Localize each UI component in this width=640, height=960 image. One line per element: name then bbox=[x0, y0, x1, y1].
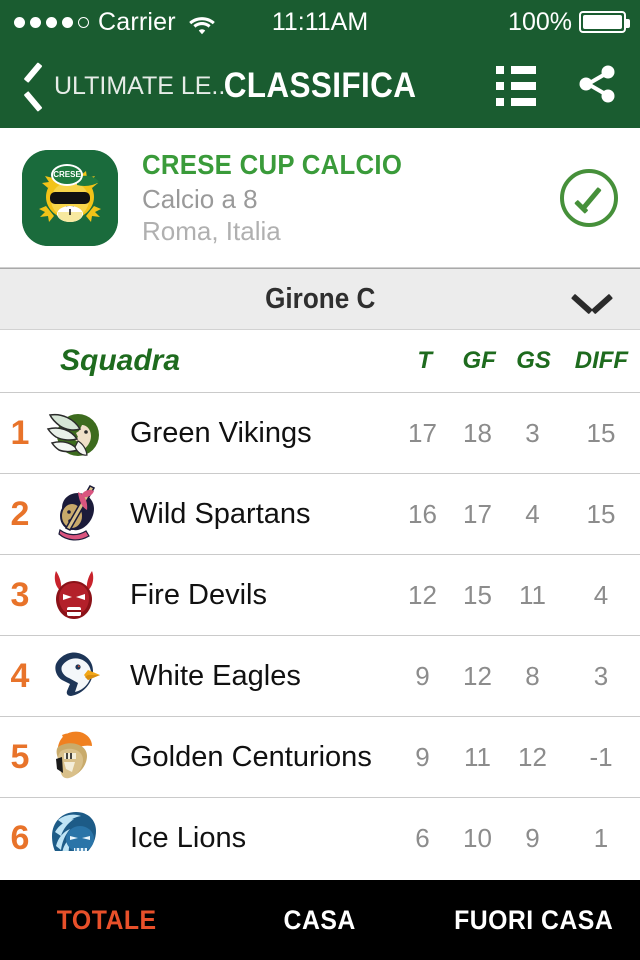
tab-casa[interactable]: CASA bbox=[222, 905, 418, 936]
table-row[interactable]: 3 Fire Devils 12 15 11 4 bbox=[0, 554, 640, 635]
girone-selector[interactable]: Girone C bbox=[0, 268, 640, 330]
row-diff: 4 bbox=[593, 579, 609, 610]
carrier-label: Carrier bbox=[98, 7, 176, 36]
row-diff: -1 bbox=[589, 741, 613, 772]
league-name: CRESE CUP CALCIO bbox=[142, 148, 403, 180]
row-rank: 5 bbox=[10, 737, 30, 776]
table-row[interactable]: 4 White Eagles 9 12 8 3 bbox=[0, 635, 640, 716]
row-rank: 6 bbox=[10, 818, 30, 852]
league-card[interactable]: CRESE CRESE CUP CALCIO Calcio a 8 Roma, … bbox=[0, 128, 640, 268]
battery-icon bbox=[579, 11, 630, 33]
league-logo-lion-icon: CRESE bbox=[22, 149, 118, 246]
row-t: 9 bbox=[415, 660, 430, 691]
column-header-team: Squadra bbox=[60, 344, 181, 377]
league-format: Calcio a 8 bbox=[142, 183, 258, 214]
row-team-name: Golden Centurions bbox=[130, 740, 372, 773]
list-icon[interactable] bbox=[496, 66, 538, 106]
signal-strength-icon bbox=[14, 16, 89, 28]
column-header-t: T bbox=[417, 347, 433, 374]
row-team-name: Fire Devils bbox=[130, 578, 267, 611]
row-t: 6 bbox=[415, 822, 430, 852]
row-diff: 3 bbox=[593, 660, 609, 691]
navigation-bar: ULTIMATE LE... CLASSIFICA bbox=[0, 44, 640, 128]
tab-fuori-casa[interactable]: FUORI CASA bbox=[435, 905, 631, 936]
row-gs: 3 bbox=[525, 417, 540, 448]
row-rank: 4 bbox=[10, 656, 30, 695]
standings-header: Squadra T GF GS DIFF bbox=[0, 330, 640, 392]
row-team-name: Wild Spartans bbox=[130, 497, 311, 530]
row-diff: 15 bbox=[586, 498, 616, 529]
row-diff: 15 bbox=[586, 417, 616, 448]
status-bar: Carrier 11:11AM 100% bbox=[0, 0, 640, 44]
check-circle-icon[interactable] bbox=[560, 168, 618, 227]
row-rank: 1 bbox=[10, 413, 30, 452]
team-logo-ice-lions bbox=[42, 806, 106, 851]
column-header-diff: DIFF bbox=[574, 347, 629, 374]
row-gs: 12 bbox=[518, 741, 547, 772]
league-info: CRESE CUP CALCIO Calcio a 8 Roma, Italia bbox=[142, 149, 560, 247]
row-gf: 12 bbox=[463, 660, 492, 691]
row-gf: 17 bbox=[463, 498, 492, 529]
row-gs: 9 bbox=[525, 822, 540, 852]
table-row[interactable]: 5 Golden Centurions 9 11 12 -1 bbox=[0, 716, 640, 797]
team-logo-fire-devils bbox=[42, 563, 106, 627]
row-rank: 2 bbox=[10, 494, 30, 533]
team-logo-golden-centurions bbox=[42, 725, 106, 789]
row-t: 9 bbox=[415, 741, 430, 772]
row-t: 12 bbox=[408, 579, 437, 610]
share-icon[interactable] bbox=[576, 63, 618, 110]
back-button-label: ULTIMATE LE... bbox=[54, 71, 233, 100]
battery-percent-label: 100% bbox=[508, 7, 572, 36]
table-row[interactable]: 2 Wild Spartans 16 17 4 15 bbox=[0, 473, 640, 554]
standings-list[interactable]: 1 Green Vikings 17 18 3 15 2 Wild Sparta… bbox=[0, 392, 640, 851]
table-row[interactable]: 6 Ice Lions 6 10 9 1 bbox=[0, 797, 640, 851]
column-header-gf: GF bbox=[462, 347, 496, 374]
team-logo-white-eagles bbox=[42, 644, 106, 708]
app-screen: Carrier 11:11AM 100% ULTIMATE LE... CLAS… bbox=[0, 0, 640, 960]
row-t: 16 bbox=[408, 498, 437, 529]
row-team-name: White Eagles bbox=[130, 659, 301, 692]
column-header-gs: GS bbox=[516, 347, 551, 374]
table-row[interactable]: 1 Green Vikings 17 18 3 15 bbox=[0, 392, 640, 473]
back-button[interactable]: ULTIMATE LE... bbox=[22, 67, 232, 105]
nav-actions bbox=[496, 63, 618, 110]
team-logo-wild-spartans bbox=[42, 482, 106, 546]
row-rank: 3 bbox=[10, 575, 30, 614]
svg-text:CRESE: CRESE bbox=[53, 170, 81, 179]
row-diff: 1 bbox=[593, 822, 609, 852]
bottom-tab-bar: TOTALE CASA FUORI CASA bbox=[0, 880, 640, 960]
team-logo-green-vikings bbox=[42, 401, 106, 465]
row-gf: 11 bbox=[464, 741, 491, 772]
row-gf: 10 bbox=[463, 822, 492, 852]
status-bar-left: Carrier bbox=[14, 8, 215, 37]
chevron-left-icon bbox=[22, 67, 44, 105]
row-gs: 8 bbox=[525, 660, 540, 691]
row-gf: 18 bbox=[463, 417, 492, 448]
row-gs: 4 bbox=[525, 498, 540, 529]
wifi-icon bbox=[188, 13, 215, 34]
row-team-name: Green Vikings bbox=[130, 416, 312, 449]
girone-label: Girone C bbox=[264, 282, 376, 315]
status-bar-right: 100% bbox=[508, 7, 630, 37]
row-t: 17 bbox=[408, 417, 437, 448]
league-location: Roma, Italia bbox=[142, 215, 281, 246]
row-gs: 11 bbox=[519, 579, 546, 610]
tab-totale[interactable]: TOTALE bbox=[9, 905, 205, 936]
chevron-down-icon[interactable] bbox=[574, 291, 610, 311]
row-team-name: Ice Lions bbox=[130, 821, 247, 852]
row-gf: 15 bbox=[463, 579, 492, 610]
